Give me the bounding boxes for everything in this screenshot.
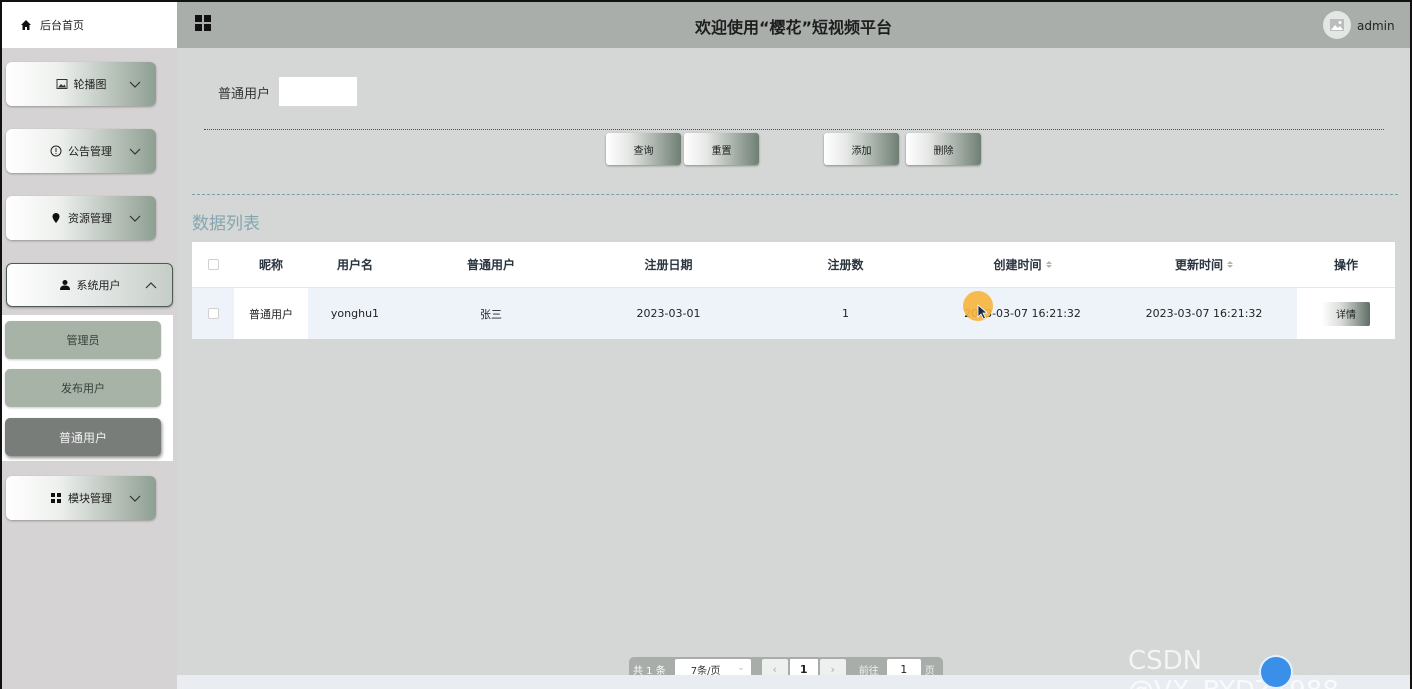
grid-icon <box>51 493 61 503</box>
chevron-down-icon <box>129 495 141 502</box>
cell-action: 详情 <box>1297 288 1395 339</box>
reset-button[interactable]: 重置 <box>684 133 759 165</box>
search-label: 普通用户 <box>218 87 271 102</box>
column-header: 注册日期 <box>644 258 693 272</box>
sort-icon[interactable] <box>1227 261 1233 268</box>
checkbox[interactable] <box>207 308 219 319</box>
add-button[interactable]: 添加 <box>824 133 899 165</box>
cell-username: yonghu1 <box>330 307 380 320</box>
divider <box>192 194 1398 195</box>
info-circle-icon <box>50 145 62 157</box>
chevron-down-icon <box>129 81 141 88</box>
top-header: 欢迎使用“樱花”短视频平台 admin <box>177 2 1410 48</box>
data-table: 昵称 用户名 普通用户 注册日期 注册数 创建时间 更新时间 操作 普通用户 y… <box>192 242 1395 339</box>
app-frame: 后台首页 轮播图 公告管理 资源管理 系统用户 管理员 发布用户 普通用户 模块… <box>2 2 1410 689</box>
row-select[interactable] <box>192 288 234 339</box>
section-title: 数据列表 <box>192 214 260 234</box>
chevron-up-icon <box>145 282 157 289</box>
chevron-down-icon <box>129 148 141 155</box>
column-header-sortable[interactable]: 创建时间 <box>934 242 1111 287</box>
username-label[interactable]: admin <box>1357 19 1395 33</box>
sidebar-item-label: 系统用户 <box>76 279 121 292</box>
sidebar-item-carousel[interactable]: 轮播图 <box>6 62 156 106</box>
chevron-down-icon: ⌄ <box>737 663 745 673</box>
user-icon <box>59 280 70 290</box>
cell-updated: 2023-03-07 16:21:32 <box>1145 307 1263 320</box>
cell-created: 2023-03-07 16:21:32 <box>964 307 1081 320</box>
column-header-label: 更新时间 <box>1174 258 1223 272</box>
submenu-item-publisher[interactable]: 发布用户 <box>5 369 161 407</box>
table-header: 昵称 用户名 普通用户 注册日期 注册数 创建时间 更新时间 操作 <box>192 242 1395 288</box>
sidebar-item-label: 轮播图 <box>73 78 107 91</box>
avatar-image-icon <box>1330 19 1344 31</box>
sidebar: 后台首页 轮播图 公告管理 资源管理 系统用户 管理员 发布用户 普通用户 模块… <box>2 2 177 689</box>
floating-badge[interactable] <box>1259 655 1293 689</box>
delete-button[interactable]: 删除 <box>906 133 981 165</box>
sidebar-item-label: 后台首页 <box>40 19 84 32</box>
cell-reg-count: 1 <box>842 307 849 320</box>
sort-icon[interactable] <box>1045 261 1052 268</box>
submenu-item-admin[interactable]: 管理员 <box>5 321 161 359</box>
column-header: 用户名 <box>336 258 373 272</box>
sidebar-item-label: 模块管理 <box>68 492 112 505</box>
sidebar-item-label: 公告管理 <box>68 145 112 158</box>
page-title: 欢迎使用“樱花”短视频平台 <box>694 18 893 37</box>
column-header: 昵称 <box>258 258 283 272</box>
column-header-label: 创建时间 <box>993 258 1042 272</box>
header-select-all[interactable] <box>192 242 234 287</box>
sidebar-item-modules[interactable]: 模块管理 <box>6 476 156 520</box>
cell-name: 张三 <box>480 307 502 321</box>
column-header: 普通用户 <box>466 258 515 272</box>
query-button[interactable]: 查询 <box>606 133 681 165</box>
search-input[interactable] <box>278 76 358 107</box>
divider <box>204 129 1384 130</box>
sidebar-item-label: 资源管理 <box>68 212 112 225</box>
column-header: 操作 <box>1333 258 1358 272</box>
mouse-cursor-icon <box>977 304 989 320</box>
home-icon <box>21 20 31 30</box>
image-icon <box>56 79 67 89</box>
sidebar-item-system-users[interactable]: 系统用户 <box>6 263 173 307</box>
avatar[interactable] <box>1323 11 1351 39</box>
submenu-item-normal-user[interactable]: 普通用户 <box>5 418 161 456</box>
table-row[interactable]: 普通用户 yonghu1 张三 2023-03-01 1 2023-03-07 … <box>192 288 1395 339</box>
sidebar-item-announcements[interactable]: 公告管理 <box>6 129 156 173</box>
checkbox[interactable] <box>207 259 219 270</box>
cell-reg-date: 2023-03-01 <box>636 307 701 320</box>
detail-button[interactable]: 详情 <box>1322 301 1370 326</box>
sidebar-item-home[interactable]: 后台首页 <box>2 2 177 48</box>
location-pin-icon <box>52 213 60 223</box>
chevron-down-icon <box>129 215 141 222</box>
cell-nickname: 普通用户 <box>234 288 308 339</box>
submenu-system-users: 管理员 发布用户 普通用户 <box>2 315 173 461</box>
column-header: 注册数 <box>827 258 864 272</box>
sidebar-item-resources[interactable]: 资源管理 <box>6 196 156 240</box>
column-header-sortable[interactable]: 更新时间 <box>1111 242 1297 287</box>
